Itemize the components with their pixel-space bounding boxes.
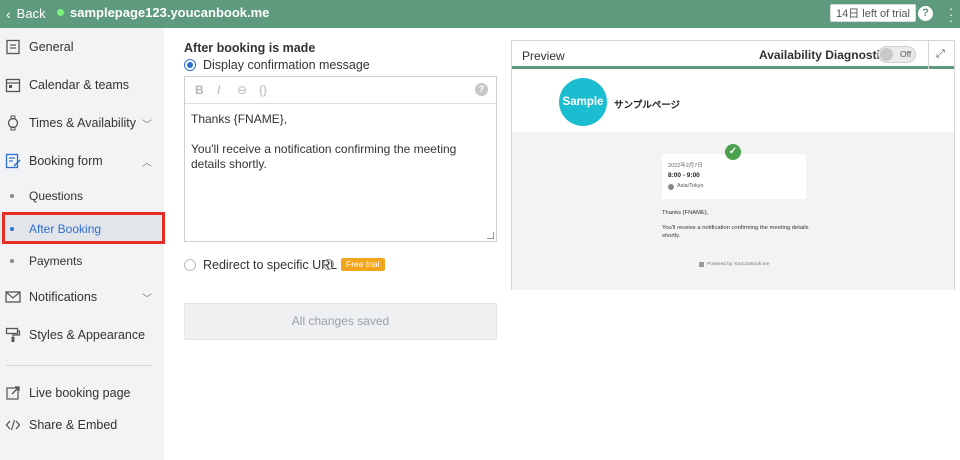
help-icon[interactable]: ? xyxy=(918,6,933,21)
code-icon xyxy=(5,419,21,431)
preview-page-body: 2022年2月7日 8:00 - 9:00 Asia/Tokyo ✓ Thank… xyxy=(512,132,954,290)
question-icon[interactable]: ? xyxy=(323,259,334,270)
save-button[interactable]: All changes saved xyxy=(184,303,497,340)
top-bar: ‹ Back samplepage123.youcanbook.me 14日 l… xyxy=(0,0,960,28)
powered-by-label: Powered by YouCanBook.me xyxy=(707,262,770,267)
brand-icon xyxy=(699,262,704,267)
sidebar-item-notifications[interactable]: Notifications ﹀ xyxy=(0,280,164,314)
sidebar-item-calendar-teams[interactable]: Calendar & teams xyxy=(0,68,164,102)
bullet-icon xyxy=(10,259,14,263)
sidebar-item-label: Live booking page xyxy=(29,386,131,400)
document-icon xyxy=(6,39,20,55)
sidebar-item-label: Share & Embed xyxy=(29,418,118,432)
italic-button[interactable]: I xyxy=(217,83,220,97)
sidebar-subitem-questions[interactable]: Questions xyxy=(0,181,164,211)
message-line: You'll receive a notification confirming… xyxy=(191,142,457,171)
external-link-icon xyxy=(6,386,20,400)
sidebar-item-label: Calendar & teams xyxy=(29,78,130,92)
resize-handle-icon[interactable] xyxy=(487,232,494,239)
back-button[interactable]: ‹ Back xyxy=(6,6,46,21)
form-edit-icon xyxy=(5,153,21,169)
sidebar-subitem-label: Questions xyxy=(29,189,84,203)
preview-page-header: Sample サンプルページ xyxy=(512,72,954,132)
chevron-down-icon: ﹀ xyxy=(142,293,152,305)
preview-panel: Preview Availability Diagnostics Off ⤢ S… xyxy=(511,40,955,290)
calendar-icon xyxy=(5,78,21,93)
preview-header: Preview Availability Diagnostics Off ⤢ xyxy=(512,41,954,69)
watch-icon xyxy=(7,115,19,131)
globe-icon xyxy=(668,184,674,190)
checkmark-icon: ✓ xyxy=(725,144,741,160)
availability-diagnostics-label: Availability Diagnostics xyxy=(759,48,894,62)
code-button[interactable]: {} xyxy=(259,83,267,97)
section-title: After booking is made xyxy=(184,41,316,55)
message-line: Thanks {FNAME}, xyxy=(191,112,288,126)
confirmation-message-label: Display confirmation message xyxy=(203,58,370,72)
sidebar-item-styles-appearance[interactable]: Styles & Appearance xyxy=(0,318,164,352)
sidebar-subitem-payments[interactable]: Payments xyxy=(0,246,164,276)
paint-roller-icon xyxy=(5,327,21,342)
booking-timezone: Asia/Tokyo xyxy=(677,183,704,189)
message-editor: B I ⊖ {} ? Thanks {FNAME}, You'll receiv… xyxy=(184,76,497,242)
powered-by: Powered by YouCanBook.me xyxy=(699,262,769,267)
chevron-down-icon: ﹀ xyxy=(142,119,152,131)
sidebar-item-share-embed[interactable]: Share & Embed xyxy=(0,408,164,442)
diagnostics-toggle[interactable]: Off xyxy=(878,46,916,63)
booking-card: 2022年2月7日 8:00 - 9:00 Asia/Tokyo xyxy=(662,154,806,199)
link-button[interactable]: ⊖ xyxy=(237,83,247,97)
sidebar-item-general[interactable]: General xyxy=(0,30,164,64)
redirect-url-radio[interactable] xyxy=(184,259,196,271)
sidebar-item-booking-form[interactable]: Booking form ︿ xyxy=(0,144,164,178)
expand-icon: ⤢ xyxy=(936,48,945,60)
booking-time: 8:00 - 9:00 xyxy=(668,172,700,179)
preview-message: You'll receive a notification confirming… xyxy=(662,225,809,239)
sidebar-item-label: Times & Availability xyxy=(29,116,136,130)
bold-button[interactable]: B xyxy=(195,83,204,97)
url-text: samplepage123.youcanbook.me xyxy=(70,5,270,20)
sidebar-item-label: Notifications xyxy=(29,290,98,304)
sidebar-divider xyxy=(6,365,152,366)
preview-title: Preview xyxy=(522,49,565,63)
envelope-icon xyxy=(5,291,21,303)
sidebar-item-label: Booking form xyxy=(29,154,103,168)
back-label: Back xyxy=(16,6,46,21)
status-dot-icon xyxy=(57,9,64,16)
sidebar-item-label: General xyxy=(29,40,74,54)
toggle-knob xyxy=(880,48,893,61)
expand-button[interactable]: ⤢ xyxy=(928,41,954,69)
sidebar-subitem-label: Payments xyxy=(29,254,83,268)
toggle-label: Off xyxy=(900,49,912,59)
editor-toolbar: B I ⊖ {} ? xyxy=(185,77,496,104)
sidebar-item-times-availability[interactable]: Times & Availability ﹀ xyxy=(0,106,164,140)
site-name: サンプルページ xyxy=(614,100,681,111)
chevron-up-icon: ︿ xyxy=(142,157,152,169)
sidebar-item-label: Styles & Appearance xyxy=(29,328,146,342)
site-logo: Sample xyxy=(559,78,607,126)
booking-date: 2022年2月7日 xyxy=(668,163,703,169)
free-trial-badge: Free trial xyxy=(341,258,385,271)
confirmation-message-radio[interactable] xyxy=(184,59,196,71)
trial-badge[interactable]: 14日 left of trial xyxy=(830,4,916,22)
editor-help-icon[interactable]: ? xyxy=(475,83,488,96)
message-textarea[interactable]: Thanks {FNAME}, You'll receive a notific… xyxy=(191,112,491,187)
highlight-box xyxy=(2,212,165,244)
redirect-url-label: Redirect to specific URL xyxy=(203,258,338,272)
bullet-icon xyxy=(10,194,14,198)
chevron-left-icon: ‹ xyxy=(6,5,11,22)
more-menu-icon[interactable]: · · · xyxy=(948,1,954,27)
sidebar-item-live-booking-page[interactable]: Live booking page xyxy=(0,376,164,410)
preview-thanks: Thanks {FNAME}, xyxy=(662,210,709,216)
page-url: samplepage123.youcanbook.me xyxy=(57,5,269,20)
